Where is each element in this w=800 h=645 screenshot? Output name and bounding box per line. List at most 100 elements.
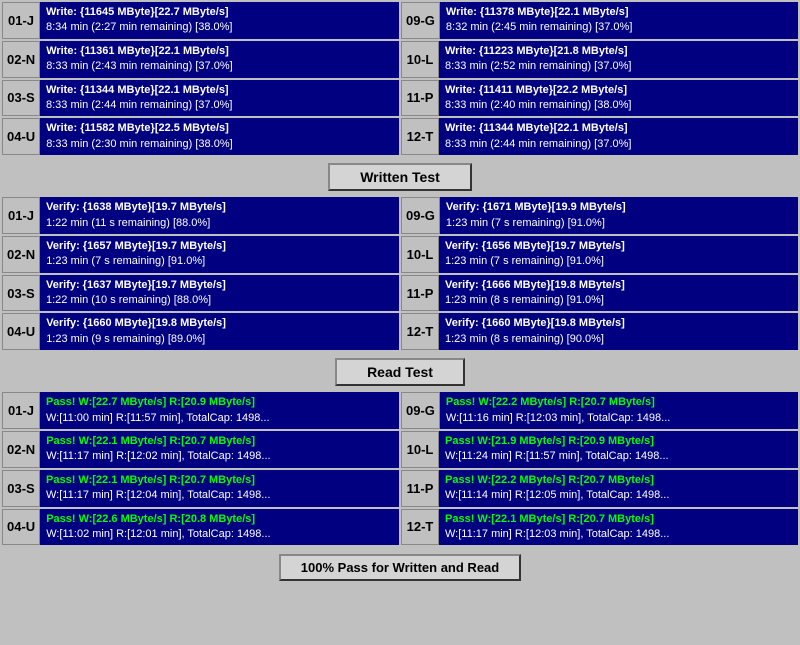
cell-right-0: 09-GWrite: {11378 MByte}[22.1 MByte/s]8:… [401,2,798,39]
cell-line2: 8:33 min (2:40 min remaining) [38.0%] [445,98,792,113]
cell-line1: Verify: {1660 MByte}[19.8 MByte/s] [445,316,792,331]
cell-id: 12-T [401,313,439,350]
cell-left-0: 01-JPass! W:[22.7 MByte/s] R:[20.9 MByte… [2,392,399,429]
read-test-header: Read Test [2,354,798,390]
cell-left-1: 02-NVerify: {1657 MByte}[19.7 MByte/s]1:… [2,236,399,273]
cell-content: Pass! W:[22.1 MByte/s] R:[20.7 MByte/s]W… [439,509,798,546]
cell-content: Write: {11361 MByte}[22.1 MByte/s]8:33 m… [40,41,399,78]
cell-left-3: 04-UWrite: {11582 MByte}[22.5 MByte/s]8:… [2,118,399,155]
cell-right-2: 11-PWrite: {11411 MByte}[22.2 MByte/s]8:… [401,80,798,117]
cell-content: Pass! W:[22.1 MByte/s] R:[20.7 MByte/s]W… [40,431,399,468]
cell-left-0: 01-JVerify: {1638 MByte}[19.7 MByte/s]1:… [2,197,399,234]
cell-id: 10-L [401,431,439,468]
cell-line2: W:[11:17 min] R:[12:03 min], TotalCap: 1… [445,527,792,542]
cell-right-1: 10-LWrite: {11223 MByte}[21.8 MByte/s]8:… [401,41,798,78]
cell-left-3: 04-UPass! W:[22.6 MByte/s] R:[20.8 MByte… [2,509,399,546]
cell-id: 03-S [2,275,40,312]
cell-id: 03-S [2,470,40,507]
cell-line2: W:[11:24 min] R:[11:57 min], TotalCap: 1… [445,449,792,464]
cell-line1: Pass! W:[22.1 MByte/s] R:[20.7 MByte/s] [445,512,792,527]
cell-line1: Write: {11344 MByte}[22.1 MByte/s] [46,83,393,98]
cell-id: 11-P [401,80,439,117]
row-1: 02-NWrite: {11361 MByte}[22.1 MByte/s]8:… [2,41,798,78]
cell-content: Verify: {1660 MByte}[19.8 MByte/s]1:23 m… [40,313,399,350]
status-label: 100% Pass for Written and Read [279,554,521,581]
cell-content: Write: {11582 MByte}[22.5 MByte/s]8:33 m… [40,118,399,155]
row-0: 01-JWrite: {11645 MByte}[22.7 MByte/s]8:… [2,2,798,39]
read-section: 01-JPass! W:[22.7 MByte/s] R:[20.9 MByte… [2,392,798,545]
cell-line1: Write: {11361 MByte}[22.1 MByte/s] [46,44,393,59]
verify-section: 01-JVerify: {1638 MByte}[19.7 MByte/s]1:… [2,197,798,350]
cell-line1: Verify: {1637 MByte}[19.7 MByte/s] [46,278,393,293]
cell-line1: Verify: {1666 MByte}[19.8 MByte/s] [445,278,792,293]
cell-content: Pass! W:[22.6 MByte/s] R:[20.8 MByte/s]W… [40,509,399,546]
cell-line2: W:[11:14 min] R:[12:05 min], TotalCap: 1… [445,488,792,503]
cell-line1: Verify: {1656 MByte}[19.7 MByte/s] [445,239,792,254]
cell-line1: Pass! W:[22.1 MByte/s] R:[20.7 MByte/s] [46,434,393,449]
cell-line2: 8:33 min (2:30 min remaining) [38.0%] [46,137,393,152]
cell-id: 10-L [401,41,439,78]
row-0: 01-JVerify: {1638 MByte}[19.7 MByte/s]1:… [2,197,798,234]
cell-line1: Verify: {1660 MByte}[19.8 MByte/s] [46,316,393,331]
cell-line1: Verify: {1657 MByte}[19.7 MByte/s] [46,239,393,254]
cell-id: 09-G [401,197,440,234]
cell-line2: W:[11:00 min] R:[11:57 min], TotalCap: 1… [46,411,393,426]
cell-line2: W:[11:02 min] R:[12:01 min], TotalCap: 1… [46,527,393,542]
cell-id: 09-G [401,392,440,429]
cell-id: 10-L [401,236,439,273]
cell-content: Pass! W:[22.7 MByte/s] R:[20.9 MByte/s]W… [40,392,399,429]
cell-line2: 8:33 min (2:43 min remaining) [37.0%] [46,59,393,74]
cell-left-3: 04-UVerify: {1660 MByte}[19.8 MByte/s]1:… [2,313,399,350]
cell-content: Write: {11645 MByte}[22.7 MByte/s]8:34 m… [40,2,399,39]
cell-line1: Verify: {1671 MByte}[19.9 MByte/s] [446,200,792,215]
cell-line2: 1:22 min (10 s remaining) [88.0%] [46,293,393,308]
cell-id: 01-J [2,197,40,234]
cell-content: Write: {11344 MByte}[22.1 MByte/s]8:33 m… [40,80,399,117]
cell-content: Write: {11223 MByte}[21.8 MByte/s]8:33 m… [439,41,798,78]
cell-line2: 1:23 min (8 s remaining) [90.0%] [445,332,792,347]
cell-line2: 8:33 min (2:52 min remaining) [37.0%] [445,59,792,74]
cell-id: 04-U [2,118,40,155]
status-bar: 100% Pass for Written and Read [2,549,798,586]
cell-content: Verify: {1660 MByte}[19.8 MByte/s]1:23 m… [439,313,798,350]
cell-id: 02-N [2,236,40,273]
cell-id: 01-J [2,2,40,39]
cell-id: 11-P [401,470,439,507]
cell-right-2: 11-PVerify: {1666 MByte}[19.8 MByte/s]1:… [401,275,798,312]
cell-line1: Write: {11223 MByte}[21.8 MByte/s] [445,44,792,59]
cell-left-2: 03-S Verify: {1637 MByte}[19.7 MByte/s]1:… [2,275,399,312]
row-2: 03-SPass! W:[22.1 MByte/s] R:[20.7 MByte… [2,470,798,507]
cell-content: Pass! W:[22.1 MByte/s] R:[20.7 MByte/s]W… [40,470,399,507]
row-1: 02-NVerify: {1657 MByte}[19.7 MByte/s]1:… [2,236,798,273]
cell-line1: Write: {11344 MByte}[22.1 MByte/s] [445,121,792,136]
cell-content: Verify: {1638 MByte}[19.7 MByte/s]1:22 m… [40,197,399,234]
read-test-label: Read Test [335,358,465,386]
cell-left-2: 03-SPass! W:[22.1 MByte/s] R:[20.7 MByte… [2,470,399,507]
cell-right-3: 12-TWrite: {11344 MByte}[22.1 MByte/s]8:… [401,118,798,155]
cell-content: Verify: {1657 MByte}[19.7 MByte/s]1:23 m… [40,236,399,273]
cell-id: 04-U [2,509,40,546]
cell-id: 04-U [2,313,40,350]
cell-line2: 1:23 min (7 s remaining) [91.0%] [46,254,393,269]
cell-line2: 1:23 min (8 s remaining) [91.0%] [445,293,792,308]
row-0: 01-JPass! W:[22.7 MByte/s] R:[20.9 MByte… [2,392,798,429]
cell-id: 02-N [2,41,40,78]
row-2: 03-SVerify: {1637 MByte}[19.7 MByte/s]1:… [2,275,798,312]
row-1: 02-NPass! W:[22.1 MByte/s] R:[20.7 MByte… [2,431,798,468]
cell-right-1: 10-LVerify: {1656 MByte}[19.7 MByte/s]1:… [401,236,798,273]
written-test-label: Written Test [328,163,472,191]
cell-content: Pass! W:[21.9 MByte/s] R:[20.9 MByte/s]W… [439,431,798,468]
cell-right-1: 10-LPass! W:[21.9 MByte/s] R:[20.9 MByte… [401,431,798,468]
cell-right-3: 12-TPass! W:[22.1 MByte/s] R:[20.7 MByte… [401,509,798,546]
cell-left-1: 02-NWrite: {11361 MByte}[22.1 MByte/s]8:… [2,41,399,78]
cell-line1: Verify: {1638 MByte}[19.7 MByte/s] [46,200,393,215]
cell-line2: 8:34 min (2:27 min remaining) [38.0%] [46,20,393,35]
cell-id: 12-T [401,118,439,155]
written-test-header: Written Test [2,159,798,195]
cell-line2: 8:32 min (2:45 min remaining) [37.0%] [446,20,792,35]
row-3: 04-UVerify: {1660 MByte}[19.8 MByte/s]1:… [2,313,798,350]
cell-id: 01-J [2,392,40,429]
cell-line2: W:[11:16 min] R:[12:03 min], TotalCap: 1… [446,411,792,426]
cell-line1: Write: {11378 MByte}[22.1 MByte/s] [446,5,792,20]
row-3: 04-UWrite: {11582 MByte}[22.5 MByte/s]8:… [2,118,798,155]
